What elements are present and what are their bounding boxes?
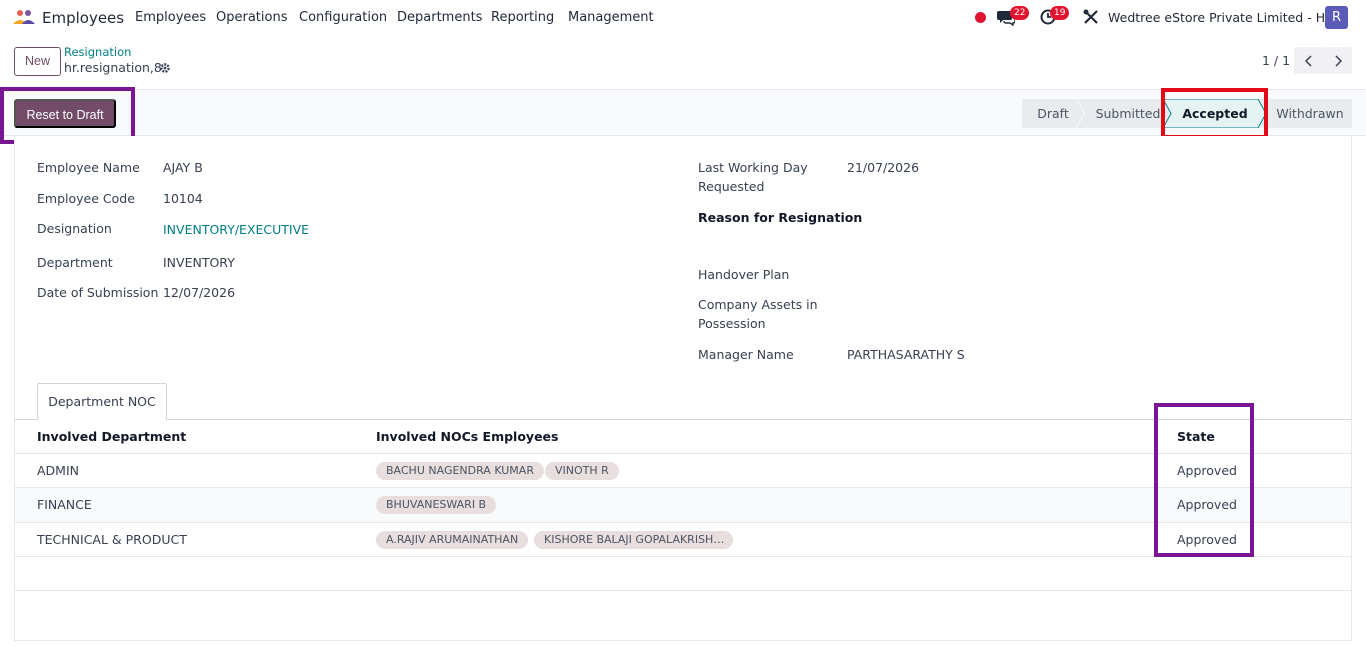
label-designation: Designation bbox=[37, 221, 112, 236]
stage-submitted[interactable]: Submitted bbox=[1088, 99, 1168, 128]
label-department: Department bbox=[37, 255, 113, 270]
label-last-working-day-line1: Last Working Day bbox=[698, 160, 808, 175]
label-handover-plan: Handover Plan bbox=[698, 267, 790, 282]
top-navbar: Employees Employees Operations Configura… bbox=[0, 0, 1366, 35]
activities-count-badge: 19 bbox=[1050, 6, 1070, 20]
new-button[interactable]: New bbox=[14, 47, 61, 76]
messages-count-badge: 22 bbox=[1010, 6, 1030, 20]
label-date-of-submission: Date of Submission bbox=[37, 285, 159, 300]
chevron-left-icon bbox=[1304, 54, 1312, 67]
row-divider bbox=[15, 453, 1351, 454]
field-employee-name[interactable]: AJAY B bbox=[163, 158, 203, 177]
cell-department: FINANCE bbox=[37, 497, 92, 512]
form-sheet bbox=[14, 136, 1352, 641]
field-last-working-day[interactable]: 21/07/2026 bbox=[847, 158, 919, 177]
field-manager-name[interactable]: PARTHASARATHY S bbox=[847, 345, 965, 364]
employee-tag: BACHU NAGENDRA KUMAR bbox=[376, 462, 544, 480]
pager-value[interactable]: 1 / 1 bbox=[1262, 53, 1290, 68]
label-manager-name: Manager Name bbox=[698, 347, 794, 362]
menu-configuration[interactable]: Configuration bbox=[299, 10, 387, 25]
highlight-box-accepted bbox=[1161, 88, 1268, 139]
menu-management[interactable]: Management bbox=[568, 10, 654, 25]
label-employee-name: Employee Name bbox=[37, 160, 140, 175]
label-reason-for-resignation: Reason for Resignation bbox=[698, 210, 863, 225]
label-company-assets-line2: Possession bbox=[698, 316, 766, 331]
label-employee-code: Employee Code bbox=[37, 191, 135, 206]
menu-operations[interactable]: Operations bbox=[216, 10, 287, 25]
field-designation[interactable]: INVENTORY/EXECUTIVE bbox=[163, 220, 309, 239]
employee-tag: KISHORE BALAJI GOPALAKRISH… bbox=[534, 531, 733, 549]
label-last-working-day-line2: Requested bbox=[698, 179, 765, 194]
employee-tag: A.RAJIV ARUMAINATHAN bbox=[376, 531, 529, 549]
highlight-box-state-column bbox=[1154, 403, 1254, 557]
menu-employees[interactable]: Employees bbox=[135, 10, 206, 25]
user-avatar[interactable]: R bbox=[1325, 6, 1348, 29]
app-name[interactable]: Employees bbox=[42, 9, 124, 27]
stage-draft[interactable]: Draft bbox=[1022, 99, 1084, 128]
cell-department: TECHNICAL & PRODUCT bbox=[37, 532, 187, 547]
pager-previous-button[interactable] bbox=[1294, 47, 1323, 74]
cell-department: ADMIN bbox=[37, 463, 79, 478]
field-employee-code[interactable]: 10104 bbox=[163, 189, 203, 208]
row-stripe bbox=[15, 488, 1351, 522]
stage-withdrawn[interactable]: Withdrawn bbox=[1268, 99, 1352, 128]
column-header-involved-nocs-employees[interactable]: Involved NOCs Employees bbox=[376, 429, 558, 444]
chevron-right-icon bbox=[1334, 54, 1342, 67]
employee-tag: VINOTH R bbox=[545, 462, 619, 480]
employees-app-icon[interactable] bbox=[12, 9, 36, 25]
row-divider bbox=[15, 487, 1351, 488]
tab-department-noc[interactable]: Department NOC bbox=[37, 383, 167, 420]
row-divider bbox=[15, 556, 1351, 557]
menu-departments[interactable]: Departments bbox=[397, 10, 482, 25]
control-panel: New Resignation hr.resignation,8 1 / 1 bbox=[0, 35, 1366, 90]
debug-tools-icon[interactable] bbox=[1083, 9, 1099, 25]
row-divider bbox=[15, 522, 1351, 523]
breadcrumb-current: hr.resignation,8 bbox=[64, 60, 162, 75]
company-switcher[interactable]: Wedtree eStore Private Limited - HO bbox=[1108, 10, 1335, 25]
row-divider bbox=[15, 590, 1351, 591]
gear-icon[interactable] bbox=[159, 62, 171, 74]
label-company-assets-line1: Company Assets in bbox=[698, 297, 818, 312]
pager-next-button[interactable] bbox=[1323, 47, 1352, 74]
employee-tag: BHUVANESWARI B bbox=[376, 496, 497, 514]
tab-underline bbox=[15, 419, 1351, 420]
field-department[interactable]: INVENTORY bbox=[163, 253, 235, 272]
column-header-involved-department[interactable]: Involved Department bbox=[37, 429, 186, 444]
menu-reporting[interactable]: Reporting bbox=[491, 10, 554, 25]
status-dot-icon[interactable] bbox=[975, 12, 986, 23]
field-date-of-submission[interactable]: 12/07/2026 bbox=[163, 283, 235, 302]
breadcrumb-parent[interactable]: Resignation bbox=[64, 45, 131, 59]
